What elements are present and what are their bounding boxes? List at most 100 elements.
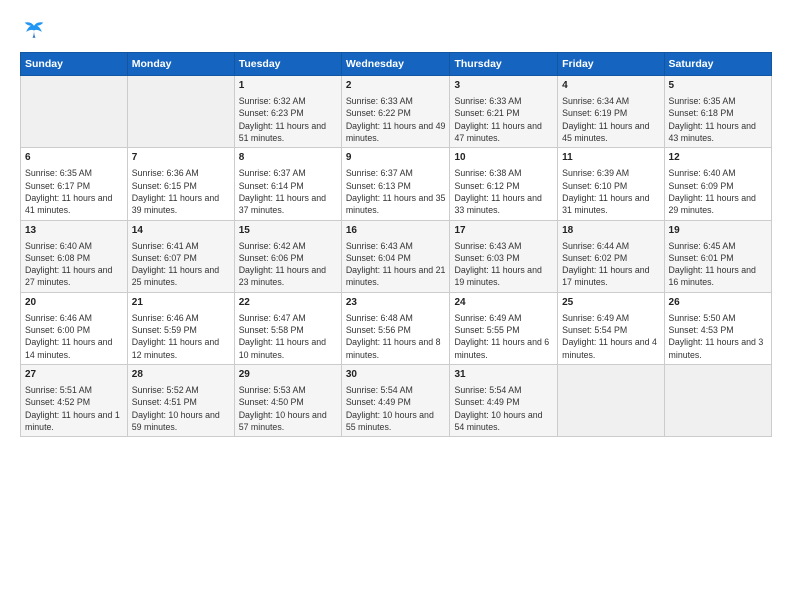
day-number: 6: [25, 151, 123, 165]
calendar-cell: 27 Sunrise: 5:51 AM Sunset: 4:52 PM Dayli…: [21, 365, 128, 437]
day-info: Sunrise: 5:52 AM Sunset: 4:51 PM Dayligh…: [132, 384, 230, 433]
calendar-cell: 23 Sunrise: 6:48 AM Sunset: 5:56 PM Dayli…: [341, 292, 450, 364]
calendar-cell: 25 Sunrise: 6:49 AM Sunset: 5:54 PM Dayli…: [558, 292, 664, 364]
calendar-cell: 10 Sunrise: 6:38 AM Sunset: 6:12 PM Dayli…: [450, 148, 558, 220]
calendar-cell: 26 Sunrise: 5:50 AM Sunset: 4:53 PM Dayli…: [664, 292, 771, 364]
calendar-cell: [21, 76, 128, 148]
day-number: 25: [562, 296, 659, 310]
day-number: 18: [562, 224, 659, 238]
week-row-2: 6 Sunrise: 6:35 AM Sunset: 6:17 PM Daylig…: [21, 148, 772, 220]
day-number: 10: [454, 151, 553, 165]
day-number: 24: [454, 296, 553, 310]
day-info: Sunrise: 6:34 AM Sunset: 6:19 PM Dayligh…: [562, 95, 659, 144]
day-info: Sunrise: 5:51 AM Sunset: 4:52 PM Dayligh…: [25, 384, 123, 433]
calendar-cell: 17 Sunrise: 6:43 AM Sunset: 6:03 PM Dayli…: [450, 220, 558, 292]
day-number: 22: [239, 296, 337, 310]
day-info: Sunrise: 6:49 AM Sunset: 5:55 PM Dayligh…: [454, 312, 553, 361]
day-info: Sunrise: 6:46 AM Sunset: 6:00 PM Dayligh…: [25, 312, 123, 361]
day-number: 4: [562, 79, 659, 93]
page: SundayMondayTuesdayWednesdayThursdayFrid…: [0, 0, 792, 612]
calendar-cell: 31 Sunrise: 5:54 AM Sunset: 4:49 PM Dayli…: [450, 365, 558, 437]
calendar-cell: 12 Sunrise: 6:40 AM Sunset: 6:09 PM Dayli…: [664, 148, 771, 220]
calendar-cell: 11 Sunrise: 6:39 AM Sunset: 6:10 PM Dayli…: [558, 148, 664, 220]
calendar-cell: 20Sunrise: 6:46 AM Sunset: 6:00 PM Dayli…: [21, 292, 128, 364]
day-info: Sunrise: 6:39 AM Sunset: 6:10 PM Dayligh…: [562, 167, 659, 216]
day-info: Sunrise: 6:44 AM Sunset: 6:02 PM Dayligh…: [562, 240, 659, 289]
day-number: 27: [25, 368, 123, 382]
calendar-cell: 24 Sunrise: 6:49 AM Sunset: 5:55 PM Dayli…: [450, 292, 558, 364]
calendar-cell: [664, 365, 771, 437]
calendar-table: SundayMondayTuesdayWednesdayThursdayFrid…: [20, 52, 772, 437]
day-number: 31: [454, 368, 553, 382]
day-info: Sunrise: 5:53 AM Sunset: 4:50 PM Dayligh…: [239, 384, 337, 433]
column-header-tuesday: Tuesday: [234, 53, 341, 76]
day-info: Sunrise: 6:43 AM Sunset: 6:03 PM Dayligh…: [454, 240, 553, 289]
week-row-5: 27 Sunrise: 5:51 AM Sunset: 4:52 PM Dayli…: [21, 365, 772, 437]
day-number: 19: [669, 224, 767, 238]
day-number: 26: [669, 296, 767, 310]
header: [20, 18, 772, 46]
calendar-cell: [127, 76, 234, 148]
day-number: 1: [239, 79, 337, 93]
day-info: Sunrise: 6:32 AM Sunset: 6:23 PM Dayligh…: [239, 95, 337, 144]
day-info: Sunrise: 6:48 AM Sunset: 5:56 PM Dayligh…: [346, 312, 446, 361]
column-header-monday: Monday: [127, 53, 234, 76]
calendar-cell: 30Sunrise: 5:54 AM Sunset: 4:49 PM Dayli…: [341, 365, 450, 437]
column-header-wednesday: Wednesday: [341, 53, 450, 76]
day-info: Sunrise: 6:35 AM Sunset: 6:18 PM Dayligh…: [669, 95, 767, 144]
day-number: 28: [132, 368, 230, 382]
header-row: SundayMondayTuesdayWednesdayThursdayFrid…: [21, 53, 772, 76]
day-number: 5: [669, 79, 767, 93]
calendar-cell: 3 Sunrise: 6:33 AM Sunset: 6:21 PM Daylig…: [450, 76, 558, 148]
calendar-cell: 7 Sunrise: 6:36 AM Sunset: 6:15 PM Daylig…: [127, 148, 234, 220]
calendar-cell: 4 Sunrise: 6:34 AM Sunset: 6:19 PM Daylig…: [558, 76, 664, 148]
day-number: 17: [454, 224, 553, 238]
day-info: Sunrise: 6:33 AM Sunset: 6:21 PM Dayligh…: [454, 95, 553, 144]
day-info: Sunrise: 6:40 AM Sunset: 6:09 PM Dayligh…: [669, 167, 767, 216]
day-info: Sunrise: 6:49 AM Sunset: 5:54 PM Dayligh…: [562, 312, 659, 361]
logo-icon: [20, 18, 48, 46]
day-number: 23: [346, 296, 446, 310]
column-header-friday: Friday: [558, 53, 664, 76]
day-info: Sunrise: 6:46 AM Sunset: 5:59 PM Dayligh…: [132, 312, 230, 361]
week-row-1: 1 Sunrise: 6:32 AM Sunset: 6:23 PM Daylig…: [21, 76, 772, 148]
calendar-cell: 9 Sunrise: 6:37 AM Sunset: 6:13 PM Daylig…: [341, 148, 450, 220]
day-number: 14: [132, 224, 230, 238]
day-info: Sunrise: 6:36 AM Sunset: 6:15 PM Dayligh…: [132, 167, 230, 216]
day-number: 11: [562, 151, 659, 165]
calendar-cell: 19 Sunrise: 6:45 AM Sunset: 6:01 PM Dayli…: [664, 220, 771, 292]
calendar-cell: 8Sunrise: 6:37 AM Sunset: 6:14 PM Daylig…: [234, 148, 341, 220]
day-info: Sunrise: 6:38 AM Sunset: 6:12 PM Dayligh…: [454, 167, 553, 216]
day-number: 12: [669, 151, 767, 165]
day-number: 21: [132, 296, 230, 310]
calendar-cell: 28 Sunrise: 5:52 AM Sunset: 4:51 PM Dayli…: [127, 365, 234, 437]
calendar-cell: 6 Sunrise: 6:35 AM Sunset: 6:17 PM Daylig…: [21, 148, 128, 220]
day-info: Sunrise: 6:43 AM Sunset: 6:04 PM Dayligh…: [346, 240, 446, 289]
day-number: 2: [346, 79, 446, 93]
day-info: Sunrise: 5:54 AM Sunset: 4:49 PM Dayligh…: [454, 384, 553, 433]
day-info: Sunrise: 6:42 AM Sunset: 6:06 PM Dayligh…: [239, 240, 337, 289]
calendar-cell: 16 Sunrise: 6:43 AM Sunset: 6:04 PM Dayli…: [341, 220, 450, 292]
day-number: 15: [239, 224, 337, 238]
day-info: Sunrise: 6:35 AM Sunset: 6:17 PM Dayligh…: [25, 167, 123, 216]
day-number: 29: [239, 368, 337, 382]
day-number: 7: [132, 151, 230, 165]
day-number: 8: [239, 151, 337, 165]
column-header-sunday: Sunday: [21, 53, 128, 76]
day-number: 9: [346, 151, 446, 165]
day-info: Sunrise: 5:54 AM Sunset: 4:49 PM Dayligh…: [346, 384, 446, 433]
column-header-saturday: Saturday: [664, 53, 771, 76]
day-info: Sunrise: 6:47 AM Sunset: 5:58 PM Dayligh…: [239, 312, 337, 361]
day-info: Sunrise: 6:41 AM Sunset: 6:07 PM Dayligh…: [132, 240, 230, 289]
day-info: Sunrise: 5:50 AM Sunset: 4:53 PM Dayligh…: [669, 312, 767, 361]
calendar-cell: 5 Sunrise: 6:35 AM Sunset: 6:18 PM Daylig…: [664, 76, 771, 148]
calendar-cell: 2Sunrise: 6:33 AM Sunset: 6:22 PM Daylig…: [341, 76, 450, 148]
day-number: 3: [454, 79, 553, 93]
day-number: 16: [346, 224, 446, 238]
calendar-cell: 29 Sunrise: 5:53 AM Sunset: 4:50 PM Dayli…: [234, 365, 341, 437]
day-info: Sunrise: 6:45 AM Sunset: 6:01 PM Dayligh…: [669, 240, 767, 289]
day-info: Sunrise: 6:37 AM Sunset: 6:13 PM Dayligh…: [346, 167, 446, 216]
calendar-cell: 18 Sunrise: 6:44 AM Sunset: 6:02 PM Dayli…: [558, 220, 664, 292]
day-number: 13: [25, 224, 123, 238]
calendar-cell: 14 Sunrise: 6:41 AM Sunset: 6:07 PM Dayli…: [127, 220, 234, 292]
